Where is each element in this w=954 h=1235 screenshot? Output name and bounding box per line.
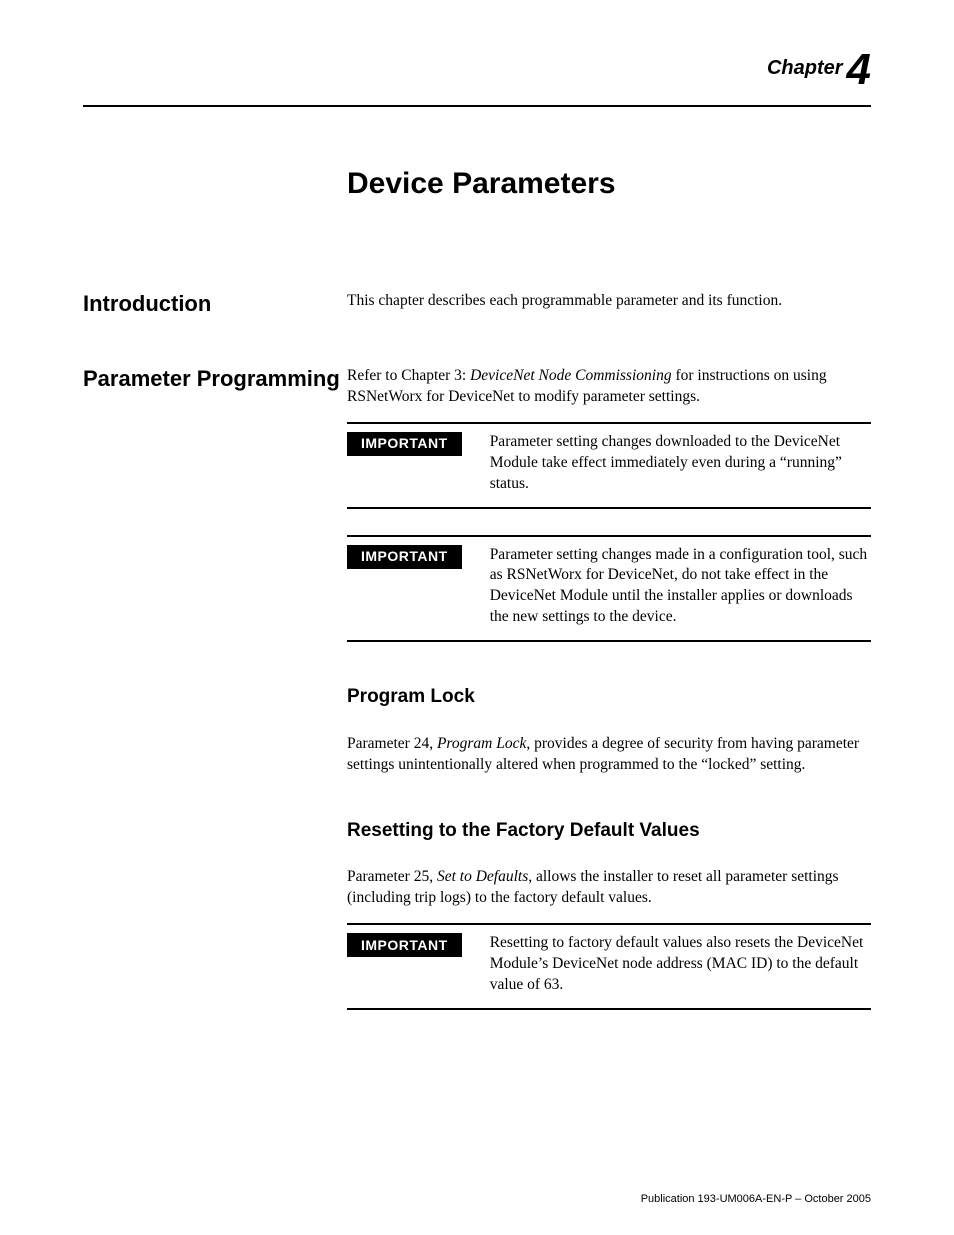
important-box-3: IMPORTANT Resetting to factory default v… xyxy=(347,923,871,1010)
program-lock-heading: Program Lock xyxy=(347,684,871,710)
reset-defaults-body: Parameter 25, Set to Defaults, allows th… xyxy=(347,867,871,909)
header-rule xyxy=(83,105,871,107)
parameter-programming-body: Refer to Chapter 3: DeviceNet Node Commi… xyxy=(347,366,871,408)
chapter-header: Chapter4 xyxy=(83,45,871,95)
introduction-body: This chapter describes each programmable… xyxy=(347,291,871,312)
param-prog-text-italic: DeviceNet Node Commissioning xyxy=(470,367,671,384)
introduction-heading: Introduction xyxy=(83,291,347,317)
reset-defaults-text-pre: Parameter 25, xyxy=(347,868,437,885)
important-label: IMPORTANT xyxy=(347,545,462,569)
program-lock-body: Parameter 24, Program Lock, provides a d… xyxy=(347,734,871,776)
important-text-3: Resetting to factory default values also… xyxy=(490,933,871,996)
reset-defaults-heading: Resetting to the Factory Default Values xyxy=(347,818,871,844)
param-prog-text-pre: Refer to Chapter 3: xyxy=(347,367,470,384)
chapter-label: Chapter xyxy=(767,57,843,79)
important-box-2: IMPORTANT Parameter setting changes made… xyxy=(347,535,871,643)
page-title: Device Parameters xyxy=(347,167,871,201)
section-introduction: Introduction This chapter describes each… xyxy=(83,291,871,326)
program-lock-text-italic: Program Lock xyxy=(437,735,526,752)
important-text-2: Parameter setting changes made in a conf… xyxy=(490,545,871,629)
section-parameter-programming: Parameter Programming Refer to Chapter 3… xyxy=(83,366,871,1010)
important-text-1: Parameter setting changes downloaded to … xyxy=(490,432,871,495)
reset-defaults-text-italic: Set to Defaults xyxy=(437,868,528,885)
footer-publication: Publication 193-UM006A-EN-P – October 20… xyxy=(641,1193,871,1205)
important-box-1: IMPORTANT Parameter setting changes down… xyxy=(347,422,871,509)
important-label: IMPORTANT xyxy=(347,432,462,456)
program-lock-text-pre: Parameter 24, xyxy=(347,735,437,752)
parameter-programming-heading: Parameter Programming xyxy=(83,366,347,392)
chapter-number: 4 xyxy=(847,45,871,94)
important-label: IMPORTANT xyxy=(347,933,462,957)
